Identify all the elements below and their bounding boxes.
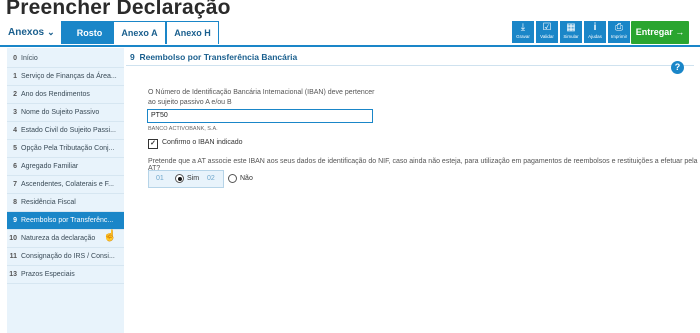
hand-cursor-icon: ☝ [103, 230, 117, 242]
section-divider [126, 65, 694, 66]
annexes-dropdown[interactable]: Anexos ⌄ [8, 27, 55, 38]
radio-yes-label: Sim [187, 175, 200, 182]
sidebar-item-label: Opção Pela Tributação Conj... [21, 145, 115, 152]
sidebar-item-number: 0 [13, 55, 17, 62]
simulate-button[interactable]: ▦ Simular [560, 21, 582, 43]
print-button[interactable]: ⎙ Imprimir [608, 21, 630, 43]
check-square-icon: ☑ [542, 22, 552, 33]
sidebar-item-inicio[interactable]: 0 Início [7, 50, 124, 68]
sidebar-item-number: 6 [13, 163, 17, 170]
sidebar-item-consignacao-irs[interactable]: 11 Consignação do IRS / Consi... [7, 248, 124, 266]
sidebar-item-reembolso[interactable]: 9 Reembolso por Transferênc... [7, 212, 124, 230]
sidebar-item-number: 9 [13, 217, 17, 224]
download-icon: ⤓ [520, 22, 526, 33]
sidebar-item-label: Reembolso por Transferênc... [21, 217, 114, 224]
sidebar-item-label: Consignação do IRS / Consi... [21, 253, 115, 260]
sidebar-item-number: 13 [9, 271, 17, 278]
print-label: Imprimir [610, 34, 628, 39]
simulate-label: Simular [563, 34, 579, 39]
sidebar-item-number: 1 [13, 73, 17, 80]
tab-anexo-h[interactable]: Anexo H [166, 21, 219, 44]
tab-anexo-a[interactable]: Anexo A [113, 21, 166, 44]
iban-input[interactable]: PT50 [147, 109, 373, 123]
sidebar: 0 Início 1 Serviço de Finanças da Área... … [7, 48, 124, 333]
validate-label: Validar [540, 34, 554, 39]
tab-rosto[interactable]: Rosto [61, 21, 118, 44]
validate-button[interactable]: ☑ Validar [536, 21, 558, 43]
sidebar-item-number: 2 [13, 91, 17, 98]
help-label: Ajudas [588, 34, 602, 39]
sidebar-item-label: Início [21, 55, 38, 62]
chevron-down-icon: ⌄ [47, 27, 55, 37]
sidebar-item-number: 11 [9, 253, 17, 260]
sidebar-item-number: 8 [13, 199, 17, 206]
checkmark-icon: ✓ [148, 139, 158, 149]
iban-field-label: O Número de Identificação Bancária Inter… [148, 89, 375, 106]
option-no-code: 02 [207, 175, 215, 182]
save-button[interactable]: ⤓ Gravar [512, 21, 534, 43]
sidebar-item-label: Ano dos Rendimentos [21, 91, 90, 98]
sidebar-item-label: Nome do Sujeito Passivo [21, 109, 100, 116]
bank-name: BANCO ACTIVOBANK, S.A. [148, 126, 218, 132]
sidebar-item-label: Estado Civil do Sujeito Passi... [21, 127, 116, 134]
page-title: Preencher Declaração [6, 0, 231, 19]
option-yes-code: 01 [156, 175, 164, 182]
arrow-right-icon: → [675, 27, 685, 37]
sidebar-item-prazos-especiais[interactable]: 13 Prazos Especiais [7, 266, 124, 284]
sidebar-item-residencia-fiscal[interactable]: 8 Residência Fiscal [7, 194, 124, 212]
radio-yes[interactable] [175, 174, 184, 183]
section-number: 9 [130, 52, 135, 62]
submit-button[interactable]: Entregar → [631, 21, 689, 44]
sidebar-item-estado-civil[interactable]: 4 Estado Civil do Sujeito Passi... [7, 122, 124, 140]
printer-icon: ⎙ [615, 22, 623, 33]
section-title: 9 Reembolso por Transferência Bancária [130, 52, 297, 62]
sidebar-item-number: 3 [13, 109, 17, 116]
sidebar-item-number: 10 [9, 235, 17, 242]
sidebar-item-servico-financas[interactable]: 1 Serviço de Finanças da Área... [7, 68, 124, 86]
associate-iban-question: Pretende que a AT associe este IBAN aos … [148, 158, 698, 172]
help-button[interactable]: i Ajudas [584, 21, 606, 43]
sidebar-item-label: Ascendentes, Colaterais e F... [21, 181, 114, 188]
help-icon[interactable]: ? [671, 61, 684, 74]
radio-no-label: Não [240, 175, 253, 182]
confirm-iban-checkbox[interactable]: ✓ Confirmo o IBAN indicado [148, 139, 243, 149]
sidebar-item-label: Serviço de Finanças da Área... [21, 73, 117, 80]
tab-bar: Anexos ⌄ Rosto Anexo A Anexo H ⤓ Gravar ☑… [0, 21, 700, 47]
sidebar-item-agregado-familiar[interactable]: 6 Agregado Familiar [7, 158, 124, 176]
sidebar-item-number: 7 [13, 181, 17, 188]
sidebar-item-nome-sujeito[interactable]: 3 Nome do Sujeito Passivo [7, 104, 124, 122]
sidebar-item-label: Prazos Especiais [21, 271, 75, 278]
sidebar-item-label: Residência Fiscal [21, 199, 76, 206]
sidebar-item-label: Natureza da declaração [21, 235, 96, 242]
sidebar-item-number: 5 [13, 145, 17, 152]
submit-label: Entregar [635, 27, 673, 37]
save-label: Gravar [516, 34, 530, 39]
annexes-label: Anexos [8, 27, 45, 38]
sidebar-item-ascendentes[interactable]: 7 Ascendentes, Colaterais e F... [7, 176, 124, 194]
radio-no[interactable] [228, 174, 237, 183]
sidebar-item-ano-rendimentos[interactable]: 2 Ano dos Rendimentos [7, 86, 124, 104]
info-icon: i [593, 22, 597, 33]
section-title-text: Reembolso por Transferência Bancária [139, 52, 298, 62]
sidebar-item-label: Agregado Familiar [21, 163, 79, 170]
calculator-icon: ▦ [566, 22, 576, 33]
sidebar-item-opcao-tributacao[interactable]: 5 Opção Pela Tributação Conj... [7, 140, 124, 158]
sidebar-item-number: 4 [13, 127, 17, 134]
confirm-iban-label: Confirmo o IBAN indicado [162, 139, 243, 146]
